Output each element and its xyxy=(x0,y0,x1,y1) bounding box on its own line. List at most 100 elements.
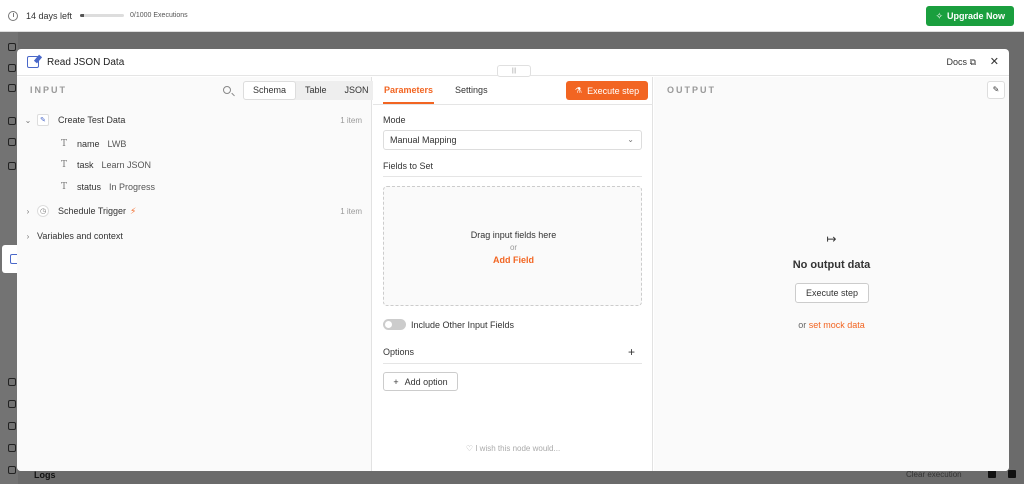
add-option-label: Add option xyxy=(404,376,448,387)
toggle-knob xyxy=(385,321,392,328)
input-pane: INPUT Schema Table JSON ⌄ ✎ Create Test … xyxy=(17,77,378,471)
tab-json[interactable]: JSON xyxy=(336,81,378,100)
feedback-link[interactable]: ♡ I wish this node would... xyxy=(373,444,653,453)
lightbulb-icon: ♡ xyxy=(465,444,473,453)
variables-label: Variables and context xyxy=(37,231,123,241)
schema-field-name[interactable]: T name LWB xyxy=(55,137,126,151)
plus-icon[interactable]: + xyxy=(628,345,635,359)
sidebar-insights-icon xyxy=(8,422,16,430)
execute-step-label: Execute step xyxy=(587,85,640,96)
tree-node-create-test-data[interactable]: ⌄ ✎ Create Test Data 1 item xyxy=(23,112,368,128)
sidebar-history-icon xyxy=(8,378,16,386)
executions-progress-fill xyxy=(80,14,84,17)
feedback-text: I wish this node would... xyxy=(475,444,561,453)
clock-icon xyxy=(8,10,18,21)
field-value: In Progress xyxy=(109,182,156,192)
plus-icon: + xyxy=(393,376,399,387)
upgrade-now-label: Upgrade Now xyxy=(946,11,1005,21)
field-key: task xyxy=(77,160,94,170)
tab-parameters[interactable]: Parameters xyxy=(383,77,435,104)
mock-prefix: or xyxy=(798,320,807,330)
divider xyxy=(383,176,642,177)
trigger-bolt-icon: ⚡ xyxy=(130,205,137,216)
node-name: Schedule Trigger xyxy=(58,206,127,216)
search-icon[interactable] xyxy=(223,86,231,94)
fields-to-set-label: Fields to Set xyxy=(383,161,434,171)
executions-progress xyxy=(80,14,125,17)
set-mock-data-link[interactable]: set mock data xyxy=(809,320,865,330)
field-value: Learn JSON xyxy=(101,160,152,170)
executions-count: 0/1000 Executions xyxy=(130,12,188,19)
string-type-icon: T xyxy=(60,139,67,149)
dropzone-or: or xyxy=(509,243,518,252)
edit-output-button[interactable]: ✎ xyxy=(987,81,1005,99)
edit-node-icon: ✎ xyxy=(37,114,49,126)
close-icon[interactable]: ✕ xyxy=(990,55,999,68)
chevron-down-icon: ⌄ xyxy=(24,115,32,125)
input-pane-title: INPUT xyxy=(30,85,67,95)
sidebar-overview-icon xyxy=(8,84,16,92)
pane-drag-handle[interactable]: ||| xyxy=(497,65,531,77)
include-other-fields-label: Include Other Input Fields xyxy=(411,320,515,330)
logs-panel-icon xyxy=(988,470,996,478)
item-count: 1 item xyxy=(340,206,362,216)
schema-field-status[interactable]: T status In Progress xyxy=(55,180,155,194)
sidebar-templates-icon xyxy=(8,117,16,125)
divider xyxy=(383,363,642,364)
item-count: 1 item xyxy=(340,115,362,125)
add-field-link[interactable]: Add Field xyxy=(384,255,643,265)
pencil-icon: ✎ xyxy=(992,85,1000,94)
output-pane: OUTPUT ✎ ↦ No output data Execute step o… xyxy=(654,77,1009,471)
field-value: LWB xyxy=(107,139,127,149)
tab-schema[interactable]: Schema xyxy=(243,81,297,100)
logs-label: Logs xyxy=(34,470,56,480)
sidebar-user-icon xyxy=(8,162,16,170)
logs-collapse-icon xyxy=(1008,470,1016,478)
sidebar-settings-icon xyxy=(8,466,16,474)
docs-link[interactable]: Docs ⧉ xyxy=(947,57,976,68)
parameters-pane: Parameters Settings ⚗ Execute step Mode … xyxy=(373,77,653,471)
fields-dropzone[interactable]: Drag input fields here or Add Field xyxy=(383,186,642,306)
mode-label: Mode xyxy=(383,115,406,125)
node-name: Create Test Data xyxy=(58,115,126,125)
input-view-tabs: Schema Table JSON xyxy=(243,81,378,100)
tab-settings[interactable]: Settings xyxy=(454,77,489,104)
trial-days-left: 14 days left xyxy=(26,10,73,21)
node-title[interactable]: Read JSON Data xyxy=(47,57,124,68)
sidebar-search-icon xyxy=(8,64,16,72)
chevron-right-icon: › xyxy=(26,231,30,241)
arrow-into-icon: ↦ xyxy=(826,232,837,246)
dropzone-text: Drag input fields here xyxy=(470,230,557,240)
output-pane-title: OUTPUT xyxy=(667,85,716,95)
sidebar-help-icon xyxy=(8,444,16,452)
add-option-button[interactable]: + Add option xyxy=(383,372,458,391)
upgrade-now-button[interactable]: ✧ Upgrade Now xyxy=(926,6,1014,26)
no-output-data-text: No output data xyxy=(792,259,871,271)
string-type-icon: T xyxy=(60,182,67,192)
clear-execution-label: Clear execution xyxy=(906,470,962,479)
flask-icon: ⚗ xyxy=(574,86,583,95)
external-link-icon: ⧉ xyxy=(969,57,976,67)
sidebar-home-icon xyxy=(8,138,16,146)
mock-data-line: or set mock data xyxy=(654,320,1009,330)
tab-table[interactable]: Table xyxy=(296,81,336,100)
clock-node-icon: ◷ xyxy=(37,205,49,217)
trial-bar: 14 days left 0/1000 Executions ✧ Upgrade… xyxy=(0,0,1024,32)
tree-node-schedule-trigger[interactable]: › ◷ Schedule Trigger ⚡ 1 item xyxy=(23,203,368,219)
mode-select[interactable]: Manual Mapping ⌄ xyxy=(383,130,642,150)
sidebar-variables-icon xyxy=(8,400,16,408)
docs-label: Docs xyxy=(946,57,968,67)
edit-node-icon xyxy=(27,56,39,68)
schema-field-task[interactable]: T task Learn JSON xyxy=(55,158,151,172)
tree-variables-and-context[interactable]: › Variables and context xyxy=(23,228,368,244)
node-details-modal: Read JSON Data Docs ⧉ ✕ ||| INPUT Schema… xyxy=(17,49,1009,471)
execute-step-button[interactable]: ⚗ Execute step xyxy=(566,81,648,100)
chevron-right-icon: › xyxy=(26,206,30,216)
field-key: name xyxy=(77,139,100,149)
string-type-icon: T xyxy=(60,160,67,170)
field-key: status xyxy=(77,182,102,192)
output-execute-step-button[interactable]: Execute step xyxy=(795,283,869,303)
include-other-fields-toggle[interactable] xyxy=(383,319,406,330)
tabs-divider xyxy=(373,104,653,105)
parameter-tabs: Parameters Settings xyxy=(383,77,509,104)
